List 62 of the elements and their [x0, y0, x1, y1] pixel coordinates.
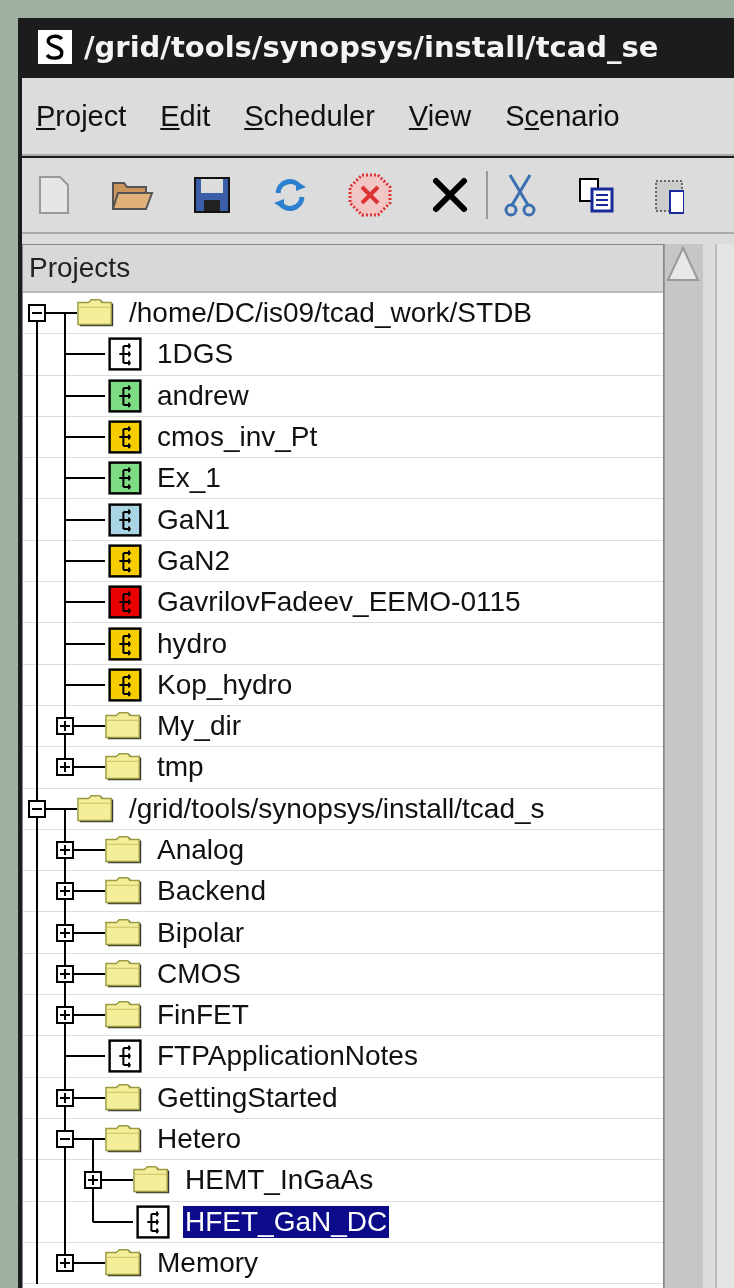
project-icon: [105, 1039, 145, 1074]
stop-icon[interactable]: [348, 173, 392, 217]
expand-toggle[interactable]: [56, 1006, 74, 1025]
column-header: Projects: [23, 245, 663, 293]
tree-item-label[interactable]: My_dir: [155, 710, 243, 743]
cut-icon[interactable]: [502, 173, 538, 217]
tree-item-label[interactable]: FinFET: [155, 999, 251, 1032]
tree-item-label[interactable]: FTPApplicationNotes: [155, 1040, 420, 1073]
expand-toggle[interactable]: [56, 717, 74, 736]
project-icon: [105, 420, 145, 455]
expand-toggle[interactable]: [56, 882, 74, 901]
project-icon: [133, 1204, 173, 1239]
project-icon: [105, 626, 145, 661]
save-icon[interactable]: [192, 175, 232, 215]
tree-item-label[interactable]: HEMT_InGaAs: [183, 1164, 376, 1197]
menu-item[interactable]: Project: [36, 99, 127, 133]
tree-item-label[interactable]: /grid/tools/synopsys/install/tcad_s: [127, 792, 547, 825]
expand-toggle[interactable]: [56, 1088, 74, 1107]
tree-item-label[interactable]: Ex_1: [155, 462, 223, 495]
project-icon: [105, 337, 145, 372]
project-icon: [105, 378, 145, 413]
expand-toggle[interactable]: [56, 923, 74, 942]
tree-item-label[interactable]: /home/DC/is09/tcad_work/STDB: [127, 297, 535, 330]
tree-item-label[interactable]: CMOS: [155, 957, 243, 990]
project-icon: [105, 667, 145, 702]
menu-item[interactable]: Edit: [160, 99, 211, 133]
tree-item-label[interactable]: Hetero: [155, 1123, 244, 1156]
project-icon: [105, 461, 145, 496]
tree-item-label[interactable]: cmos_inv_Pt: [155, 421, 320, 454]
copy-icon[interactable]: [576, 175, 616, 215]
app-logo-icon: [38, 30, 72, 64]
tree-item-label[interactable]: hydro: [155, 627, 230, 660]
tree-item-label[interactable]: Bipolar: [155, 916, 247, 949]
collapse-toggle[interactable]: [56, 1130, 74, 1149]
expand-toggle[interactable]: [84, 1171, 102, 1190]
menu-item[interactable]: View: [408, 99, 472, 133]
expand-toggle[interactable]: [56, 1253, 74, 1272]
tree-item-label[interactable]: Analog: [155, 834, 247, 866]
tree-item-label[interactable]: GaN1: [155, 503, 233, 536]
project-icon: [105, 585, 145, 620]
vertical-scrollbar[interactable]: [664, 244, 703, 1288]
tree-item-label[interactable]: andrew: [155, 379, 251, 412]
tree-item-label[interactable]: tmp: [155, 751, 206, 784]
tree-item-label[interactable]: 1DGS: [155, 338, 236, 371]
menu-item[interactable]: Scheduler: [244, 99, 375, 133]
window-title: /grid/tools/synopsys/install/tcad_se: [84, 30, 659, 64]
project-icon: [105, 543, 145, 578]
collapse-toggle[interactable]: [28, 304, 46, 323]
expand-toggle[interactable]: [56, 758, 74, 777]
delete-icon[interactable]: [430, 175, 470, 215]
expand-toggle[interactable]: [56, 841, 74, 859]
tree-item-label[interactable]: GaN2: [155, 544, 233, 577]
tree-item-label[interactable]: GavrilovFadeev_EEMO-0115: [155, 586, 523, 619]
tree-item-label[interactable]: GettingStarted: [155, 1081, 340, 1114]
expand-toggle[interactable]: [56, 964, 74, 983]
tree-item-label[interactable]: Kop_hydro: [155, 668, 295, 701]
project-icon: [105, 502, 145, 537]
collapse-toggle[interactable]: [28, 799, 46, 818]
tree-item-label[interactable]: HFET_GaN_DC: [183, 1205, 390, 1238]
tree-item-label[interactable]: Memory: [155, 1246, 261, 1279]
tree-item-label[interactable]: Backend: [155, 875, 268, 908]
menu-item[interactable]: Scenario: [505, 99, 620, 133]
